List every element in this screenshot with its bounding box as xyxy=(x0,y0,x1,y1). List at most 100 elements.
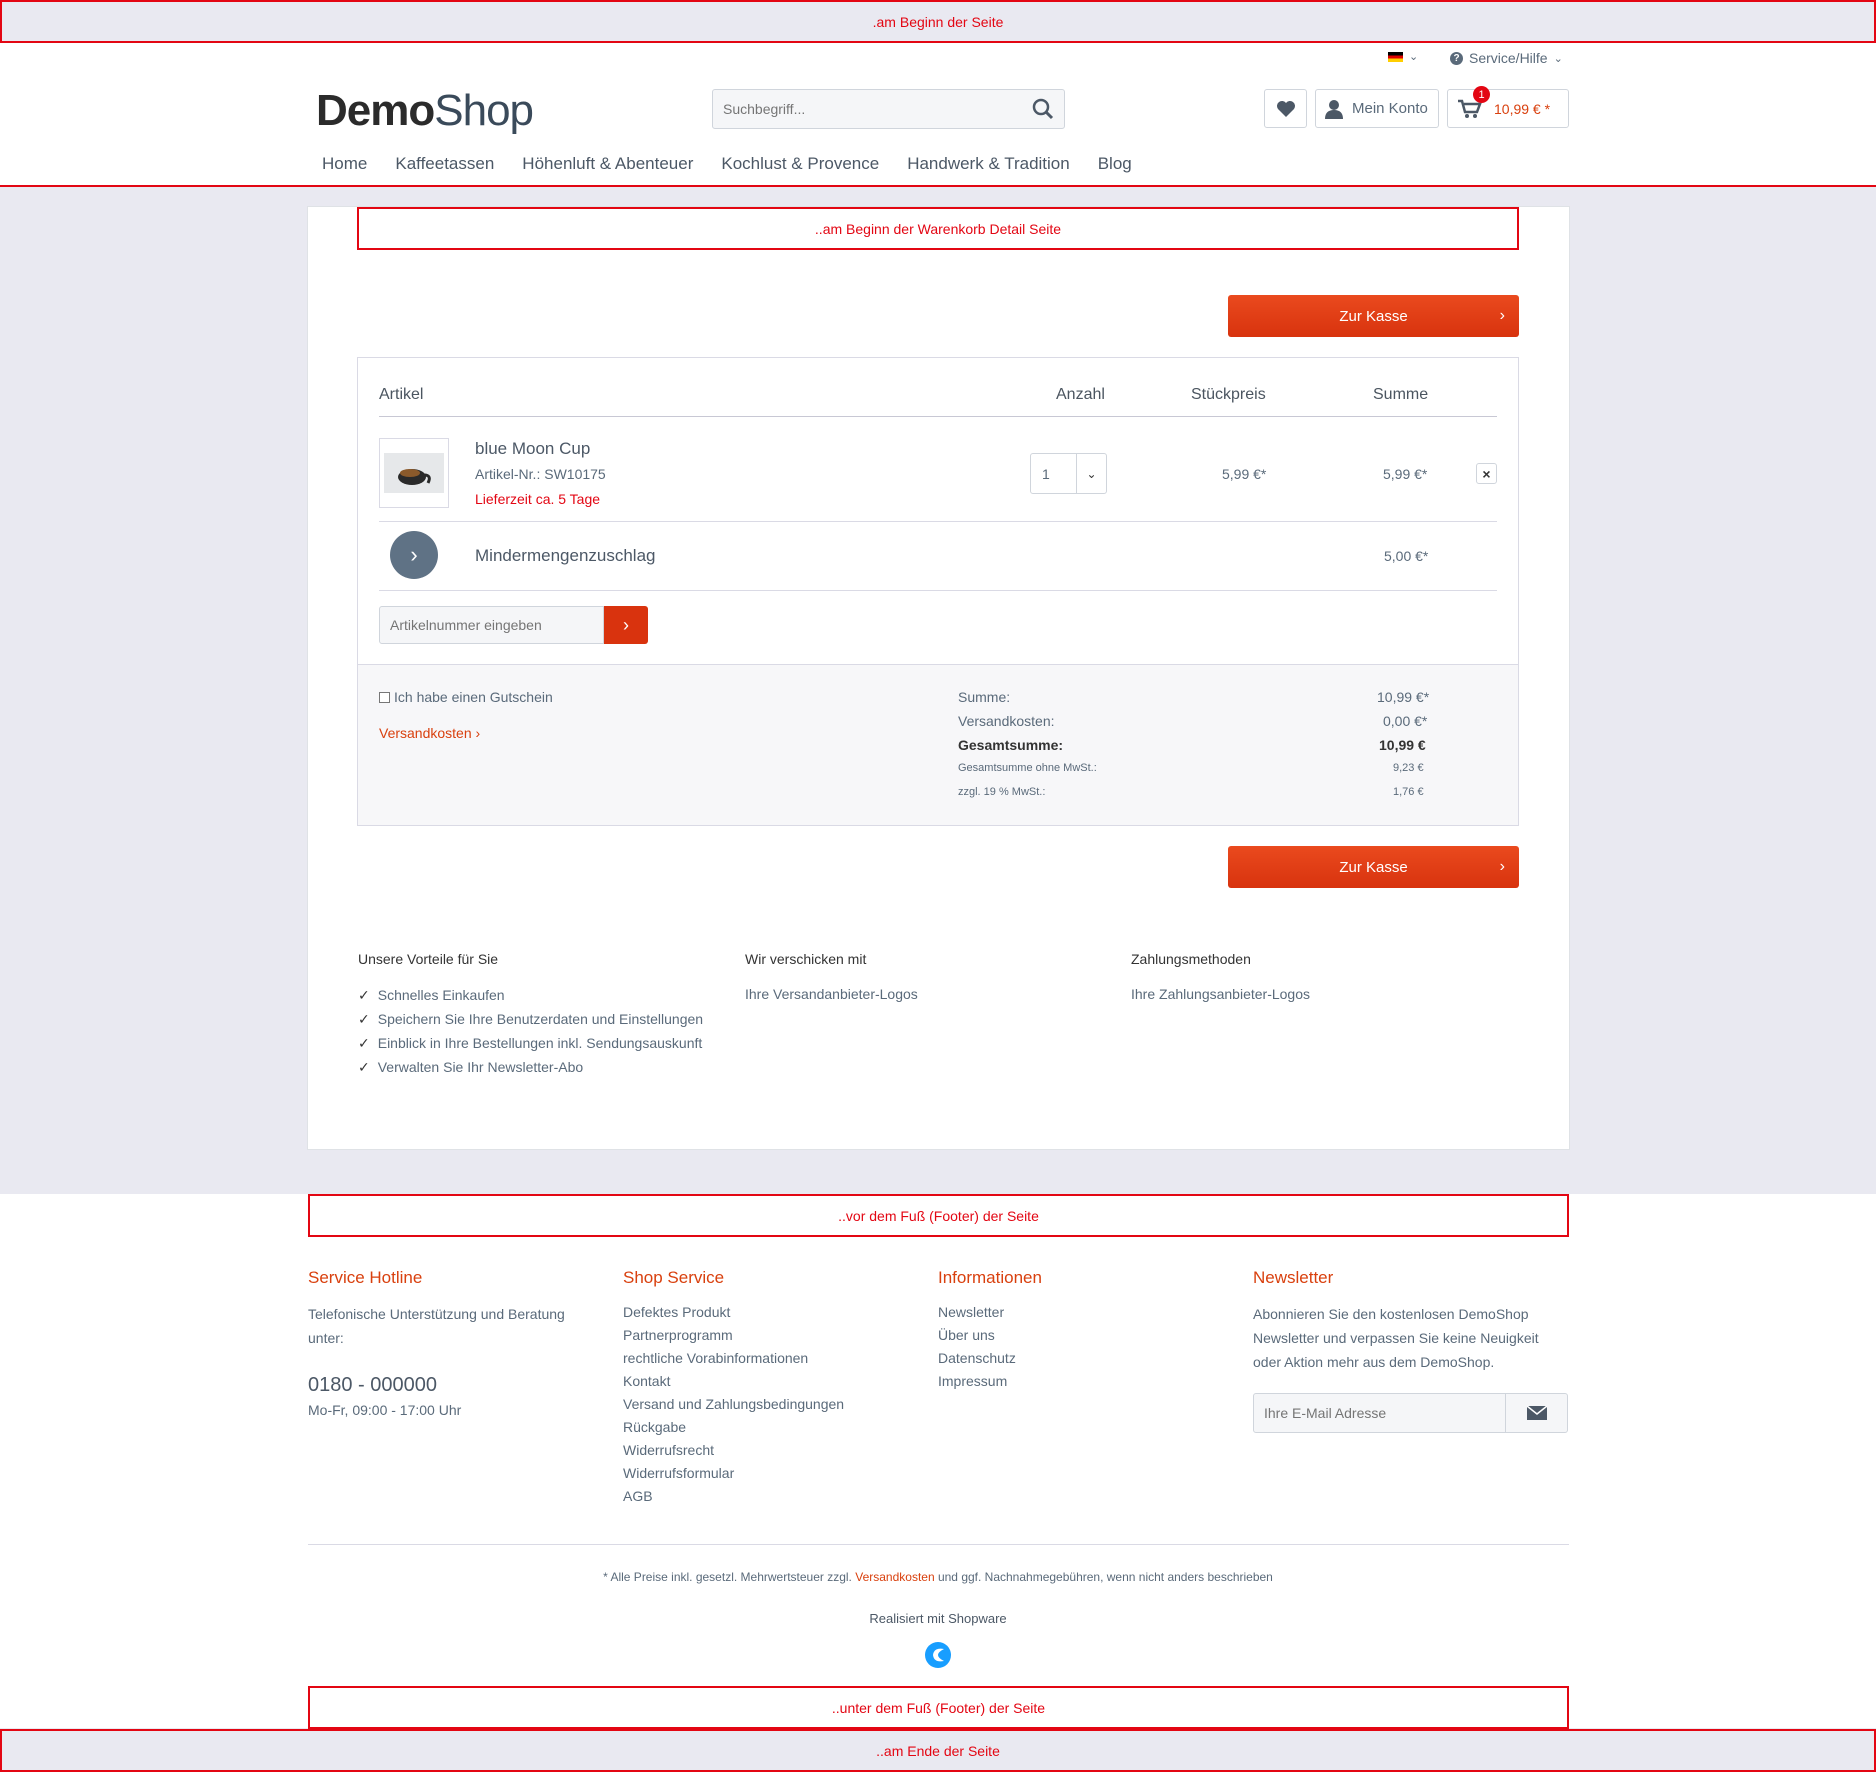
vat-label: zzgl. 19 % MwSt.: xyxy=(958,786,1046,798)
nav-item-kochlust[interactable]: Kochlust & Provence xyxy=(721,154,879,174)
shipping-with-title: Wir verschicken mit xyxy=(745,951,867,967)
check-icon: ✓ xyxy=(358,1035,370,1051)
envelope-icon xyxy=(1526,1406,1547,1420)
footer-link[interactable]: Über uns xyxy=(938,1324,1016,1347)
footer-link[interactable]: Versand und Zahlungsbedingungen xyxy=(623,1393,844,1416)
footer-link[interactable]: Widerrufsformular xyxy=(623,1462,844,1485)
account-label: Mein Konto xyxy=(1352,100,1428,117)
col-sum: Summe xyxy=(1373,386,1429,403)
hotline-hours: Mo-Fr, 09:00 - 17:00 Uhr xyxy=(308,1402,462,1418)
wishlist-button[interactable] xyxy=(1264,89,1307,128)
check-icon: ✓ xyxy=(358,987,370,1003)
net-total-value: 9,23 € xyxy=(1393,762,1424,774)
benefits-list: ✓ Schnelles Einkaufen ✓ Speichern Sie Ihre… xyxy=(358,983,703,1079)
search-button[interactable] xyxy=(1022,90,1064,128)
list-item: ✓ Verwalten Sie Ihr Newsletter-Abo xyxy=(358,1059,584,1075)
marker-below-footer: ..unter dem Fuß (Footer) der Seite xyxy=(308,1686,1569,1729)
shipping-costs-footer-link[interactable]: Versandkosten xyxy=(855,1570,934,1584)
powered-by: Realisiert mit Shopware xyxy=(869,1611,1007,1626)
flag-de-icon xyxy=(1388,51,1403,62)
footer-link[interactable]: Impressum xyxy=(938,1370,1016,1393)
header-divider xyxy=(0,185,1876,187)
cart-button[interactable]: 10,99 € * 1 xyxy=(1447,86,1569,128)
check-icon: ✓ xyxy=(358,1059,370,1075)
voucher-checkbox[interactable] xyxy=(379,691,390,703)
newsletter-form xyxy=(1253,1393,1568,1433)
article-number-input[interactable] xyxy=(379,606,604,644)
list-item: ✓ Speichern Sie Ihre Benutzerdaten und Ei… xyxy=(358,1011,704,1027)
nav-item-handwerk[interactable]: Handwerk & Tradition xyxy=(907,154,1070,174)
add-article-button[interactable]: › xyxy=(604,606,648,644)
nav-item-hoehenluft[interactable]: Höhenluft & Abenteuer xyxy=(522,154,693,174)
divider xyxy=(379,416,1497,417)
benefits-title: Unsere Vorteile für Sie xyxy=(358,951,499,967)
footer-link[interactable]: Rückgabe xyxy=(623,1416,844,1439)
shopware-logo-icon[interactable] xyxy=(924,1641,952,1674)
footer-link[interactable]: rechtliche Vorabinformationen xyxy=(623,1347,844,1370)
service-label: Service/Hilfe xyxy=(1469,50,1548,66)
quantity-value: 1 xyxy=(1042,465,1050,482)
newsletter-title: Newsletter xyxy=(1253,1268,1334,1287)
payment-title: Zahlungsmethoden xyxy=(1131,951,1251,967)
search-icon xyxy=(1032,98,1054,120)
chevron-down-icon: ⌄ xyxy=(1553,52,1563,65)
quantity-select[interactable]: 1 ⌄ xyxy=(1030,453,1107,494)
hotline-title: Service Hotline xyxy=(308,1268,423,1287)
heart-icon xyxy=(1276,100,1295,117)
newsletter-email-input[interactable] xyxy=(1254,1394,1505,1432)
sum-label: Summe: xyxy=(958,689,1011,705)
nav-item-kaffeetassen[interactable]: Kaffeetassen xyxy=(395,154,494,174)
vat-value: 1,76 € xyxy=(1393,786,1424,798)
footer-link[interactable]: AGB xyxy=(623,1485,844,1508)
information-title: Informationen xyxy=(938,1268,1042,1287)
shop-service-title: Shop Service xyxy=(623,1268,725,1287)
product-sku: Artikel-Nr.: SW10175 xyxy=(475,466,606,482)
product-name[interactable]: blue Moon Cup xyxy=(475,439,590,459)
shop-service-links: Defektes Produkt Partnerprogramm rechtli… xyxy=(623,1301,844,1508)
footer-link[interactable]: Partnerprogramm xyxy=(623,1324,844,1347)
information-links: Newsletter Über uns Datenschutz Impressu… xyxy=(938,1301,1016,1393)
hotline-phone: 0180 - 000000 xyxy=(308,1374,438,1396)
shipping-costs-link[interactable]: Versandkosten › xyxy=(379,725,480,741)
newsletter-submit-button[interactable] xyxy=(1505,1394,1567,1432)
chevron-right-icon: › xyxy=(1499,858,1505,875)
footer-link[interactable]: Newsletter xyxy=(938,1301,1016,1324)
footer-divider xyxy=(308,1544,1569,1545)
footer-link[interactable]: Datenschutz xyxy=(938,1347,1016,1370)
checkout-button-top[interactable]: Zur Kasse › xyxy=(1228,295,1519,337)
product-thumbnail[interactable] xyxy=(379,438,449,508)
main-navigation: Home Kaffeetassen Höhenluft & Abenteuer … xyxy=(322,154,1160,174)
search-box xyxy=(712,89,1065,129)
marker-before-footer: ..vor dem Fuß (Footer) der Seite xyxy=(308,1194,1569,1237)
checkout-label: Zur Kasse xyxy=(1339,858,1408,876)
coffee-cup-image xyxy=(384,453,444,493)
delivery-time: Lieferzeit ca. 5 Tage xyxy=(475,491,601,507)
account-button[interactable]: Mein Konto xyxy=(1315,89,1439,128)
footer-link[interactable]: Widerrufsrecht xyxy=(623,1439,844,1462)
surcharge-icon: › xyxy=(390,531,438,579)
nav-item-home[interactable]: Home xyxy=(322,154,367,174)
vat-notice: * Alle Preise inkl. gesetzl. Mehrwertste… xyxy=(603,1570,1273,1584)
search-input[interactable] xyxy=(713,90,1022,128)
language-switcher[interactable]: ⌄ xyxy=(1388,50,1418,63)
grand-total-label: Gesamtsumme: xyxy=(958,737,1064,753)
item-total: 5,99 €* xyxy=(1383,466,1428,482)
voucher-label: Ich habe einen Gutschein xyxy=(394,689,553,705)
col-article: Artikel xyxy=(379,386,424,403)
marker-page-start: .am Beginn der Seite xyxy=(0,0,1876,43)
footer-link[interactable]: Defektes Produkt xyxy=(623,1301,844,1324)
unit-price: 5,99 €* xyxy=(1222,466,1267,482)
cart-total: 10,99 € * xyxy=(1494,100,1551,117)
voucher-toggle[interactable]: Ich habe einen Gutschein xyxy=(379,689,553,705)
remove-item-button[interactable]: × xyxy=(1476,463,1497,484)
marker-page-end: ..am Ende der Seite xyxy=(0,1729,1876,1772)
footer-link[interactable]: Kontakt xyxy=(623,1370,844,1393)
newsletter-text: Abonnieren Sie den kostenlosen DemoShop … xyxy=(1253,1306,1539,1370)
checkout-button-bottom[interactable]: Zur Kasse › xyxy=(1228,846,1519,888)
checkout-label: Zur Kasse xyxy=(1339,307,1408,325)
chevron-right-icon: › xyxy=(1499,307,1505,324)
logo-bold: Demo xyxy=(316,86,435,135)
service-menu[interactable]: ? Service/Hilfe ⌄ xyxy=(1450,50,1563,66)
shop-logo[interactable]: DemoShop xyxy=(316,86,534,136)
nav-item-blog[interactable]: Blog xyxy=(1098,154,1132,174)
